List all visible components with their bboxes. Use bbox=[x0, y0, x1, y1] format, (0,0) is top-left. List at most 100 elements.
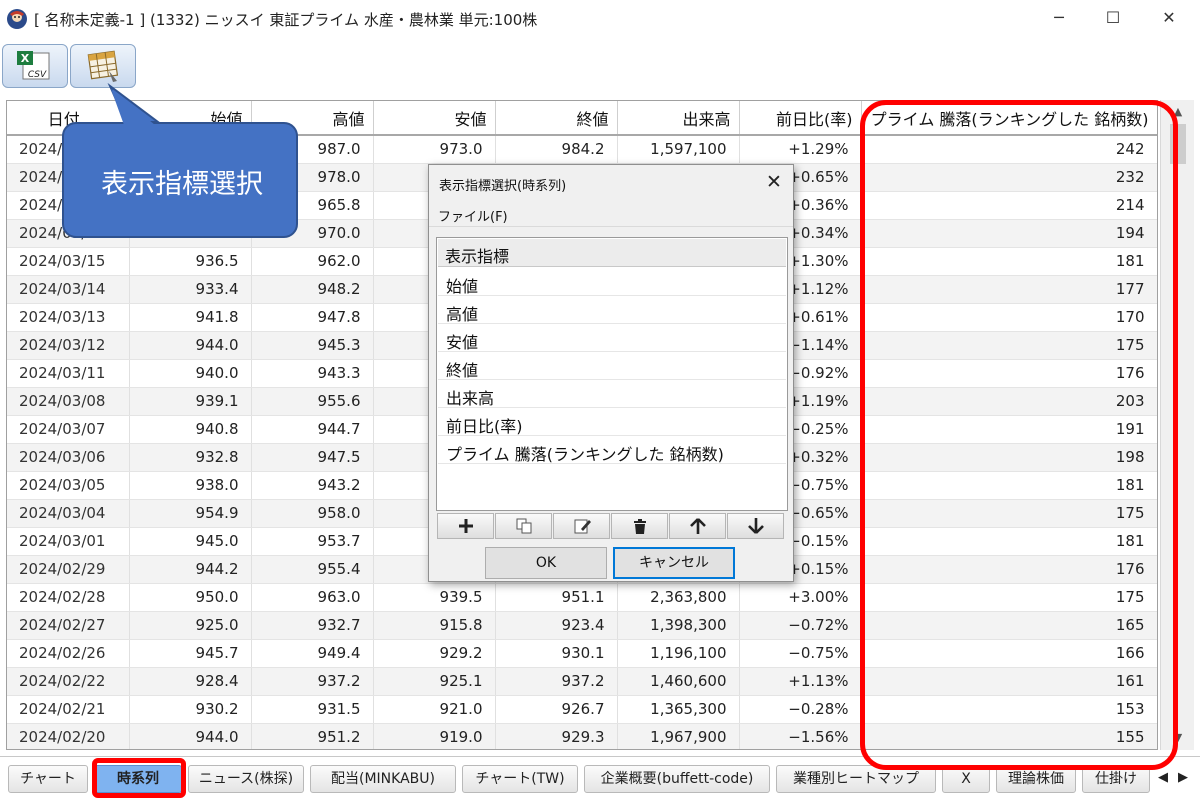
tab-theoretical-price[interactable]: 理論株価 bbox=[996, 765, 1076, 793]
callout-bubble: 表示指標選択 bbox=[62, 122, 298, 238]
indicator-item[interactable]: 終値 bbox=[438, 352, 786, 380]
table-cell: 198 bbox=[861, 443, 1157, 472]
table-cell: −0.28% bbox=[739, 695, 862, 724]
edit-indicator-button[interactable] bbox=[553, 513, 610, 539]
menu-file[interactable]: ファイル(F) bbox=[438, 206, 508, 225]
table-cell: 175 bbox=[861, 499, 1157, 528]
table-cell: 945.7 bbox=[129, 639, 252, 668]
vertical-scrollbar[interactable]: ▲ ▼ bbox=[1160, 100, 1194, 750]
copy-icon bbox=[516, 518, 531, 534]
window-title: [ 名称未定義-1 ] (1332) ニッスイ 東証プライム 水産・農林業 単元… bbox=[34, 11, 538, 29]
table-row[interactable]: 2024/02/28 950.0 963.0 939.5 951.1 2,363,800 +… bbox=[7, 583, 1157, 612]
indicator-select-dialog: 表示指標選択(時系列) ✕ ファイル(F) 表示指標 始値 高値 安値 終値 出… bbox=[428, 164, 794, 582]
table-cell: 945.0 bbox=[129, 527, 252, 556]
indicator-list[interactable]: 表示指標 始値 高値 安値 終値 出来高 前日比(率) プライム 騰落(ランキン… bbox=[436, 237, 788, 511]
dialog-close-icon[interactable]: ✕ bbox=[759, 169, 789, 195]
table-cell: 945.3 bbox=[251, 331, 374, 360]
scrollbar-thumb[interactable] bbox=[1170, 124, 1186, 164]
csv-export-button[interactable]: X CSV bbox=[2, 44, 68, 88]
indicator-item[interactable]: 安値 bbox=[438, 324, 786, 352]
indicator-item[interactable]: 高値 bbox=[438, 296, 786, 324]
indicator-item[interactable]: 始値 bbox=[438, 268, 786, 296]
tab-news[interactable]: ニュース(株探) bbox=[188, 765, 304, 793]
table-cell: 953.7 bbox=[251, 527, 374, 556]
callout-text: 表示指標選択 bbox=[101, 169, 263, 200]
table-cell: 2024/02/29 bbox=[7, 555, 130, 584]
table-row[interactable]: 2024/02/27 925.0 932.7 915.8 923.4 1,398,300−… bbox=[7, 611, 1157, 640]
indicator-item-label: 安値 bbox=[446, 333, 479, 352]
indicator-item[interactable]: 前日比(率) bbox=[438, 408, 786, 436]
tab-sector-heatmap[interactable]: 業種別ヒートマップ bbox=[776, 765, 936, 793]
tab-scroll-left-icon[interactable]: ◀ bbox=[1154, 767, 1172, 789]
table-cell: 923.4 bbox=[495, 611, 618, 640]
table-cell: 2024/02/28 bbox=[7, 583, 130, 612]
table-cell: 214 bbox=[861, 191, 1157, 220]
indicator-list-header-label: 表示指標 bbox=[445, 247, 510, 266]
table-cell: 153 bbox=[861, 695, 1157, 724]
copy-indicator-button[interactable] bbox=[495, 513, 552, 539]
maximize-button[interactable]: ☐ bbox=[1090, 4, 1136, 32]
delete-indicator-button[interactable] bbox=[611, 513, 668, 539]
table-cell: 165 bbox=[861, 611, 1157, 640]
table-cell: 954.9 bbox=[129, 499, 252, 528]
table-cell: 1,365,300 bbox=[617, 695, 740, 724]
column-header[interactable]: 前日比(率) bbox=[739, 101, 862, 136]
table-cell: 938.0 bbox=[129, 471, 252, 500]
column-header[interactable]: 出来高 bbox=[617, 101, 740, 136]
move-down-button[interactable] bbox=[727, 513, 784, 539]
table-cell: 943.2 bbox=[251, 471, 374, 500]
column-header[interactable]: プライム 騰落(ランキングした 銘柄数) bbox=[861, 101, 1157, 136]
table-cell: 948.2 bbox=[251, 275, 374, 304]
table-cell: 947.5 bbox=[251, 443, 374, 472]
column-header[interactable]: 終値 bbox=[495, 101, 618, 136]
title-bar: [ 名称未定義-1 ] (1332) ニッスイ 東証プライム 水産・農林業 単元… bbox=[0, 0, 1200, 38]
minimize-button[interactable]: ─ bbox=[1036, 4, 1082, 32]
indicator-item-label: 出来高 bbox=[446, 389, 495, 408]
tab-chart-tw[interactable]: チャート(TW) bbox=[462, 765, 578, 793]
table-cell: 931.5 bbox=[251, 695, 374, 724]
table-row[interactable]: 2024/02/20 944.0 951.2 919.0 929.3 1,967,900−… bbox=[7, 723, 1157, 749]
add-indicator-button[interactable] bbox=[437, 513, 494, 539]
tab-shikake[interactable]: 仕掛け bbox=[1082, 765, 1150, 793]
table-cell: 944.0 bbox=[129, 331, 252, 360]
tab-scroll-right-icon[interactable]: ▶ bbox=[1174, 767, 1192, 789]
table-cell: 951.1 bbox=[495, 583, 618, 612]
tab-dividend[interactable]: 配当(MINKABU) bbox=[310, 765, 456, 793]
table-cell: 191 bbox=[861, 415, 1157, 444]
close-button[interactable]: ✕ bbox=[1146, 4, 1192, 32]
tab-chart[interactable]: チャート bbox=[8, 765, 88, 793]
table-row[interactable]: 2024/02/21 930.2 931.5 921.0 926.7 1,365,300−… bbox=[7, 695, 1157, 724]
table-cell: 2024/03/01 bbox=[7, 527, 130, 556]
scroll-up-arrow-icon[interactable]: ▲ bbox=[1161, 102, 1195, 122]
table-cell: 943.3 bbox=[251, 359, 374, 388]
table-cell: 951.2 bbox=[251, 723, 374, 749]
table-cell: 203 bbox=[861, 387, 1157, 416]
column-header[interactable]: 安値 bbox=[373, 101, 496, 136]
table-cell: 2024/02/26 bbox=[7, 639, 130, 668]
indicator-item[interactable]: プライム 騰落(ランキングした 銘柄数) bbox=[438, 436, 786, 464]
table-cell: 937.2 bbox=[495, 667, 618, 696]
tab-x[interactable]: X bbox=[942, 765, 990, 793]
table-row[interactable]: 2024/02/22 928.4 937.2 925.1 937.2 1,460,600 +… bbox=[7, 667, 1157, 696]
table-cell: 1,967,900 bbox=[617, 723, 740, 749]
table-row[interactable]: 2024/02/26 945.7 949.4 929.2 930.1 1,196,100−… bbox=[7, 639, 1157, 668]
table-cell: 2024/03/04 bbox=[7, 499, 130, 528]
cancel-button[interactable]: キャンセル bbox=[613, 547, 735, 579]
indicator-item[interactable]: 出来高 bbox=[438, 380, 786, 408]
table-cell: −0.75% bbox=[739, 639, 862, 668]
tab-timeseries[interactable]: 時系列 bbox=[94, 765, 182, 793]
ok-button[interactable]: OK bbox=[485, 547, 607, 579]
table-cell: 939.1 bbox=[129, 387, 252, 416]
table-cell: +3.00% bbox=[739, 583, 862, 612]
table-cell: 155 bbox=[861, 723, 1157, 749]
table-cell: +1.13% bbox=[739, 667, 862, 696]
tab-company-overview[interactable]: 企業概要(buffett-code) bbox=[584, 765, 770, 793]
indicator-select-button[interactable] bbox=[70, 44, 136, 88]
table-cell: 932.8 bbox=[129, 443, 252, 472]
scroll-down-arrow-icon[interactable]: ▼ bbox=[1161, 728, 1195, 748]
indicator-list-header: 表示指標 bbox=[438, 239, 786, 267]
table-cell: 925.1 bbox=[373, 667, 496, 696]
table-cell: 973.0 bbox=[373, 135, 496, 164]
table-cell: 181 bbox=[861, 527, 1157, 556]
move-up-button[interactable] bbox=[669, 513, 726, 539]
